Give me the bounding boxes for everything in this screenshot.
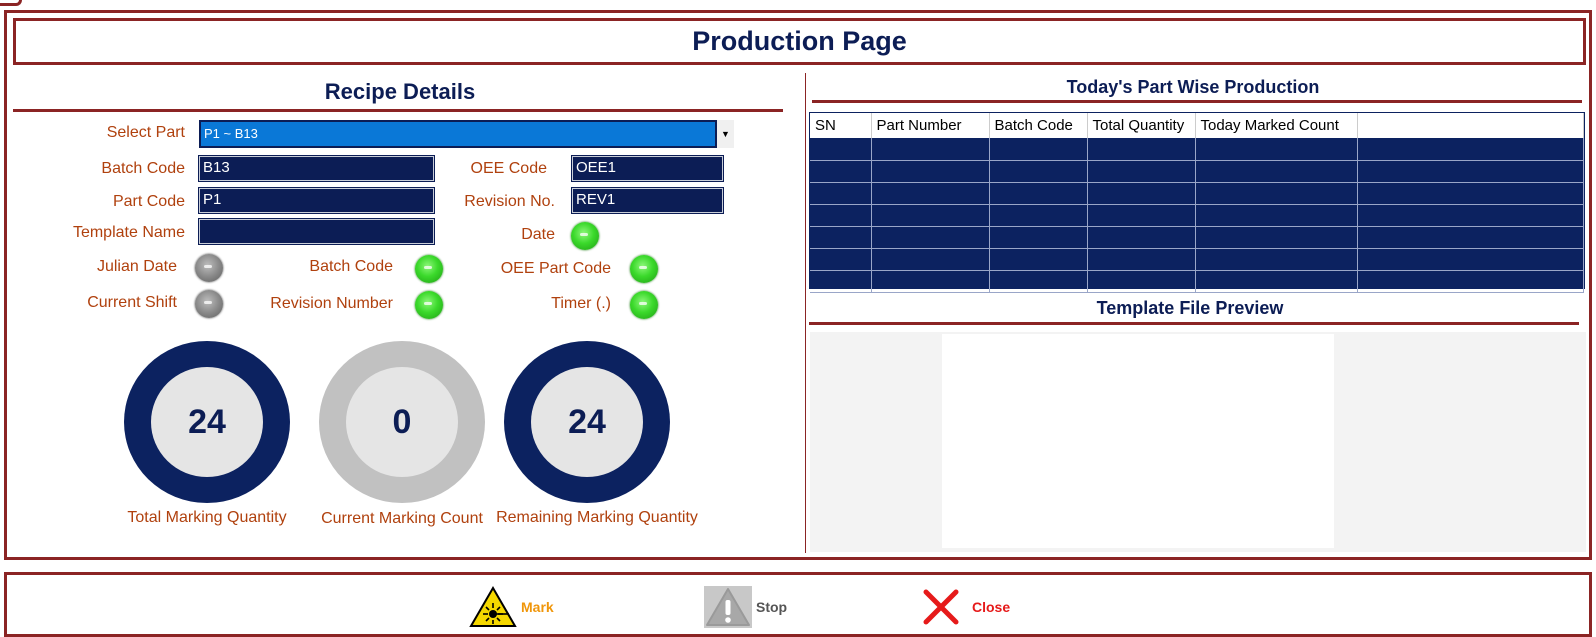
table-row[interactable] (810, 248, 1584, 271)
timer-status-led-icon (630, 291, 658, 319)
production-table-divider (812, 100, 1582, 103)
revision-number-status-led-icon (415, 291, 443, 319)
window-corner-decoration (0, 0, 22, 6)
current-marking-count-gauge: 0 (319, 341, 485, 503)
revision-no-label: Revision No. (464, 193, 555, 210)
select-part-dropdown[interactable]: P1 ~ B13 ▼ (199, 120, 734, 148)
table-row[interactable] (810, 270, 1584, 293)
julian-date-label: Julian Date (96, 258, 177, 275)
select-part-label: Select Part (106, 124, 185, 141)
table-header-row: SN Part Number Batch Code Total Quantity… (810, 113, 1584, 138)
close-button-label: Close (972, 599, 1011, 615)
recipe-details-title: Recipe Details (324, 79, 476, 104)
julian-date-status-led-icon (195, 254, 223, 282)
total-marking-quantity-label: Total Marking Quantity (127, 509, 287, 526)
revision-number-indicator-label: Revision Number (270, 295, 393, 312)
batch-code-label: Batch Code (101, 160, 185, 177)
production-table-title: Today's Part Wise Production (1066, 77, 1320, 97)
current-shift-status-led-icon (195, 290, 223, 318)
revision-no-field[interactable]: REV1 (571, 187, 724, 214)
date-status-led-icon (571, 222, 599, 250)
table-row[interactable] (810, 226, 1584, 249)
template-preview-area (810, 332, 1586, 552)
part-code-label: Part Code (112, 193, 185, 210)
stop-button-label: Stop (756, 599, 788, 615)
remaining-marking-quantity-value: 24 (531, 367, 643, 477)
table-row[interactable] (810, 138, 1584, 161)
column-header-batch-code[interactable]: Batch Code (989, 113, 1088, 138)
oee-part-code-status-led-icon (630, 255, 658, 283)
remaining-marking-quantity-label: Remaining Marking Quantity (496, 509, 698, 526)
table-row[interactable] (810, 204, 1584, 227)
current-marking-count-label: Current Marking Count (321, 510, 483, 527)
action-bar: Mark Stop Close (4, 572, 1592, 637)
template-preview-divider (809, 322, 1579, 325)
close-icon (923, 589, 959, 625)
date-indicator-label: Date (521, 226, 555, 243)
template-name-label: Template Name (72, 224, 185, 241)
chevron-down-icon[interactable]: ▼ (717, 120, 734, 148)
stop-button[interactable]: Stop (704, 585, 787, 629)
page-title: Production Page (692, 26, 907, 56)
remaining-marking-quantity-gauge: 24 (504, 341, 670, 503)
page-header: Production Page (13, 18, 1586, 65)
recipe-details-divider (13, 109, 783, 112)
oee-code-field[interactable]: OEE1 (571, 155, 724, 182)
current-marking-count-value: 0 (346, 367, 458, 477)
part-code-field[interactable]: P1 (198, 187, 435, 214)
table-row[interactable] (810, 160, 1584, 183)
laser-warning-icon (469, 586, 517, 627)
production-table[interactable]: SN Part Number Batch Code Total Quantity… (809, 112, 1585, 293)
batch-code-status-led-icon (415, 255, 443, 283)
total-marking-quantity-gauge: 24 (124, 341, 290, 503)
select-part-value: P1 ~ B13 (199, 120, 717, 148)
mark-button-label: Mark (521, 599, 554, 615)
oee-code-label: OEE Code (470, 160, 547, 177)
column-header-sn[interactable]: SN (810, 113, 872, 138)
column-header-empty (1357, 113, 1584, 138)
table-row[interactable] (810, 182, 1584, 205)
template-name-field[interactable] (198, 218, 435, 245)
warning-icon (704, 586, 752, 628)
timer-indicator-label: Timer (.) (551, 295, 611, 312)
current-shift-label: Current Shift (87, 294, 177, 311)
oee-part-code-label: OEE Part Code (500, 260, 611, 277)
close-button[interactable]: Close (922, 585, 1010, 629)
batch-code-field[interactable]: B13 (198, 155, 435, 182)
total-marking-quantity-value: 24 (151, 367, 263, 477)
column-header-today-marked-count[interactable]: Today Marked Count (1195, 113, 1358, 138)
template-preview-canvas (942, 334, 1334, 548)
column-header-total-quantity[interactable]: Total Quantity (1087, 113, 1196, 138)
column-header-part-number[interactable]: Part Number (871, 113, 990, 138)
mark-button[interactable]: Mark (469, 585, 554, 629)
template-preview-title: Template File Preview (1096, 298, 1284, 318)
batch-code-indicator-label: Batch Code (309, 258, 393, 275)
